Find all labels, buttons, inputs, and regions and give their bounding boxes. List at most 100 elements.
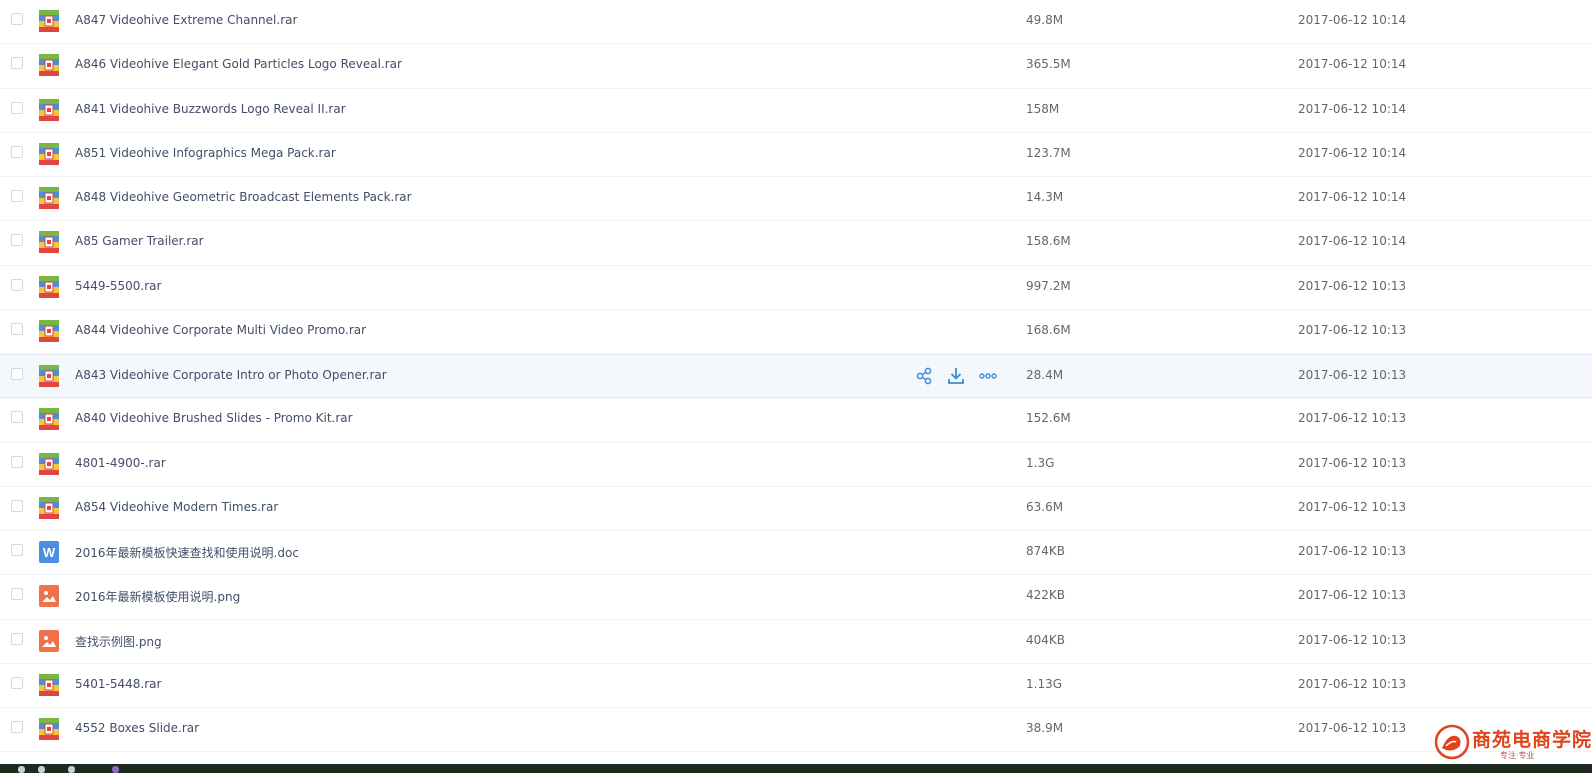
row-checkbox[interactable] [11, 234, 23, 247]
row-checkbox[interactable] [11, 57, 23, 70]
file-name[interactable]: 2016年最新模板快速查找和使用说明.doc [75, 544, 299, 561]
file-row[interactable]: A846 Videohive Elegant Gold Particles Lo… [0, 44, 1592, 89]
file-row[interactable]: A85 Gamer Trailer.rar 158.6M 2017-06-12 10… [0, 221, 1592, 266]
rar-icon [39, 496, 59, 519]
file-name[interactable]: A854 Videohive Modern Times.rar [75, 500, 278, 514]
row-checkbox[interactable] [11, 676, 23, 689]
watermark-title: 商苑电商学院 [1472, 729, 1592, 751]
file-name[interactable]: A841 Videohive Buzzwords Logo Reveal II.… [75, 102, 346, 116]
row-checkbox[interactable] [11, 455, 23, 468]
watermark-emblem-icon [1434, 724, 1470, 760]
file-name[interactable]: 查找示例图.png [75, 633, 162, 650]
file-date: 2017-06-12 10:13 [1298, 455, 1407, 470]
row-checkbox[interactable] [11, 13, 23, 25]
file-row[interactable]: 2016年最新模板使用说明.png 422KB 2017-06-12 10:13 [0, 575, 1592, 620]
row-checkbox[interactable] [11, 322, 23, 335]
file-row[interactable]: A847 Videohive Extreme Channel.rar 49.8M 2… [0, 0, 1592, 45]
taskbar-taskview-icon[interactable] [68, 766, 75, 773]
file-row[interactable]: 5449-5500.rar 997.2M 2017-06-12 10:13 [0, 265, 1592, 310]
file-row[interactable]: A840 Videohive Brushed Slides - Promo Ki… [0, 398, 1592, 443]
file-size: 168.6M [1026, 322, 1071, 337]
file-name[interactable]: A844 Videohive Corporate Multi Video Pro… [75, 323, 366, 337]
file-name[interactable]: 5401-5448.rar [75, 677, 161, 691]
row-checkbox[interactable] [11, 190, 23, 202]
watermark-logo: 商苑电商学院 专注·专业 [1434, 724, 1592, 764]
rar-icon [39, 718, 59, 740]
file-date: 2017-06-12 10:13 [1298, 411, 1407, 426]
file-name[interactable]: A846 Videohive Elegant Gold Particles Lo… [75, 57, 402, 71]
file-row[interactable]: 4552 Boxes Slide.rar 38.9M 2017-06-12 10:1… [0, 708, 1592, 753]
file-date: 2017-06-12 10:13 [1298, 322, 1407, 337]
file-date: 2017-06-12 10:13 [1298, 368, 1407, 382]
file-size: 152.6M [1026, 411, 1071, 426]
file-name[interactable]: 4801-4900-.rar [75, 456, 166, 470]
file-size: 422KB [1026, 588, 1066, 603]
row-checkbox[interactable] [11, 411, 23, 424]
file-date: 2017-06-12 10:13 [1298, 721, 1407, 735]
file-name[interactable]: 4552 Boxes Slide.rar [75, 721, 199, 735]
file-row[interactable]: A851 Videohive Infographics Mega Pack.ra… [0, 132, 1592, 177]
file-date: 2017-06-12 10:14 [1298, 101, 1407, 116]
file-row[interactable]: A854 Videohive Modern Times.rar 63.6M 2017… [0, 486, 1592, 531]
file-list: A847 Videohive Extreme Channel.rar 49.8M 2… [0, 0, 1592, 753]
file-date: 2017-06-12 10:13 [1298, 278, 1407, 293]
row-checkbox[interactable] [11, 145, 23, 158]
more-icon[interactable] [978, 366, 998, 386]
file-date: 2017-06-12 10:14 [1298, 234, 1407, 249]
image-file-icon [39, 629, 59, 652]
row-checkbox[interactable] [11, 544, 23, 556]
file-row[interactable]: 查找示例图.png 404KB 2017-06-12 10:13 [0, 619, 1592, 664]
file-row[interactable]: A848 Videohive Geometric Broadcast Eleme… [0, 177, 1592, 222]
file-size: 158M [1026, 101, 1060, 116]
row-checkbox[interactable] [11, 721, 23, 733]
file-date: 2017-06-12 10:13 [1298, 632, 1407, 647]
row-checkbox[interactable] [11, 368, 23, 380]
file-date: 2017-06-12 10:14 [1298, 57, 1407, 72]
file-size: 365.5M [1026, 57, 1071, 72]
row-checkbox[interactable] [11, 632, 23, 645]
file-name[interactable]: A851 Videohive Infographics Mega Pack.ra… [75, 146, 336, 160]
rar-icon [39, 275, 59, 298]
download-icon[interactable] [946, 366, 966, 386]
rar-icon [39, 10, 59, 32]
file-row[interactable]: A843 Videohive Corporate Intro or Photo … [0, 354, 1592, 399]
taskbar-start-icon[interactable] [18, 766, 25, 773]
file-row[interactable]: 4801-4900-.rar 1.3G 2017-06-12 10:13 [0, 442, 1592, 487]
file-name[interactable]: 2016年最新模板使用说明.png [75, 588, 240, 605]
word-doc-icon: W [39, 541, 59, 563]
file-row[interactable]: A841 Videohive Buzzwords Logo Reveal II.… [0, 88, 1592, 133]
row-checkbox[interactable] [11, 101, 23, 114]
rar-icon [39, 452, 59, 475]
row-checkbox[interactable] [11, 588, 23, 601]
file-row[interactable]: W 2016年最新模板快速查找和使用说明.doc 874KB 2017-06-12 1… [0, 531, 1592, 576]
taskbar-app-icon[interactable] [112, 766, 119, 773]
file-name[interactable]: A847 Videohive Extreme Channel.rar [75, 13, 297, 27]
file-size: 158.6M [1026, 234, 1071, 249]
image-file-icon [39, 585, 59, 608]
file-name[interactable]: A840 Videohive Brushed Slides - Promo Ki… [75, 411, 353, 425]
file-row[interactable]: A844 Videohive Corporate Multi Video Pro… [0, 309, 1592, 354]
file-size: 1.3G [1026, 455, 1055, 470]
file-date: 2017-06-12 10:14 [1298, 190, 1407, 204]
rar-icon [39, 187, 59, 209]
file-row[interactable]: 5401-5448.rar 1.13G 2017-06-12 10:13 [0, 663, 1592, 708]
rar-icon [39, 231, 59, 254]
share-icon[interactable] [914, 366, 934, 386]
file-name[interactable]: 5449-5500.rar [75, 279, 161, 293]
rar-icon [39, 54, 59, 77]
file-date: 2017-06-12 10:13 [1298, 499, 1407, 514]
rar-icon [39, 319, 59, 342]
svg-text:W: W [43, 545, 56, 560]
watermark-subtitle: 专注·专业 [1500, 751, 1535, 760]
file-size: 874KB [1026, 544, 1066, 558]
file-size: 404KB [1026, 632, 1066, 647]
row-checkbox[interactable] [11, 499, 23, 512]
row-checkbox[interactable] [11, 278, 23, 291]
taskbar-search-icon[interactable] [38, 766, 45, 773]
file-name[interactable]: A843 Videohive Corporate Intro or Photo … [75, 368, 387, 382]
file-name[interactable]: A848 Videohive Geometric Broadcast Eleme… [75, 190, 412, 204]
file-name[interactable]: A85 Gamer Trailer.rar [75, 234, 204, 248]
rar-icon [39, 365, 59, 387]
file-date: 2017-06-12 10:13 [1298, 544, 1407, 558]
file-date: 2017-06-12 10:14 [1298, 13, 1407, 27]
